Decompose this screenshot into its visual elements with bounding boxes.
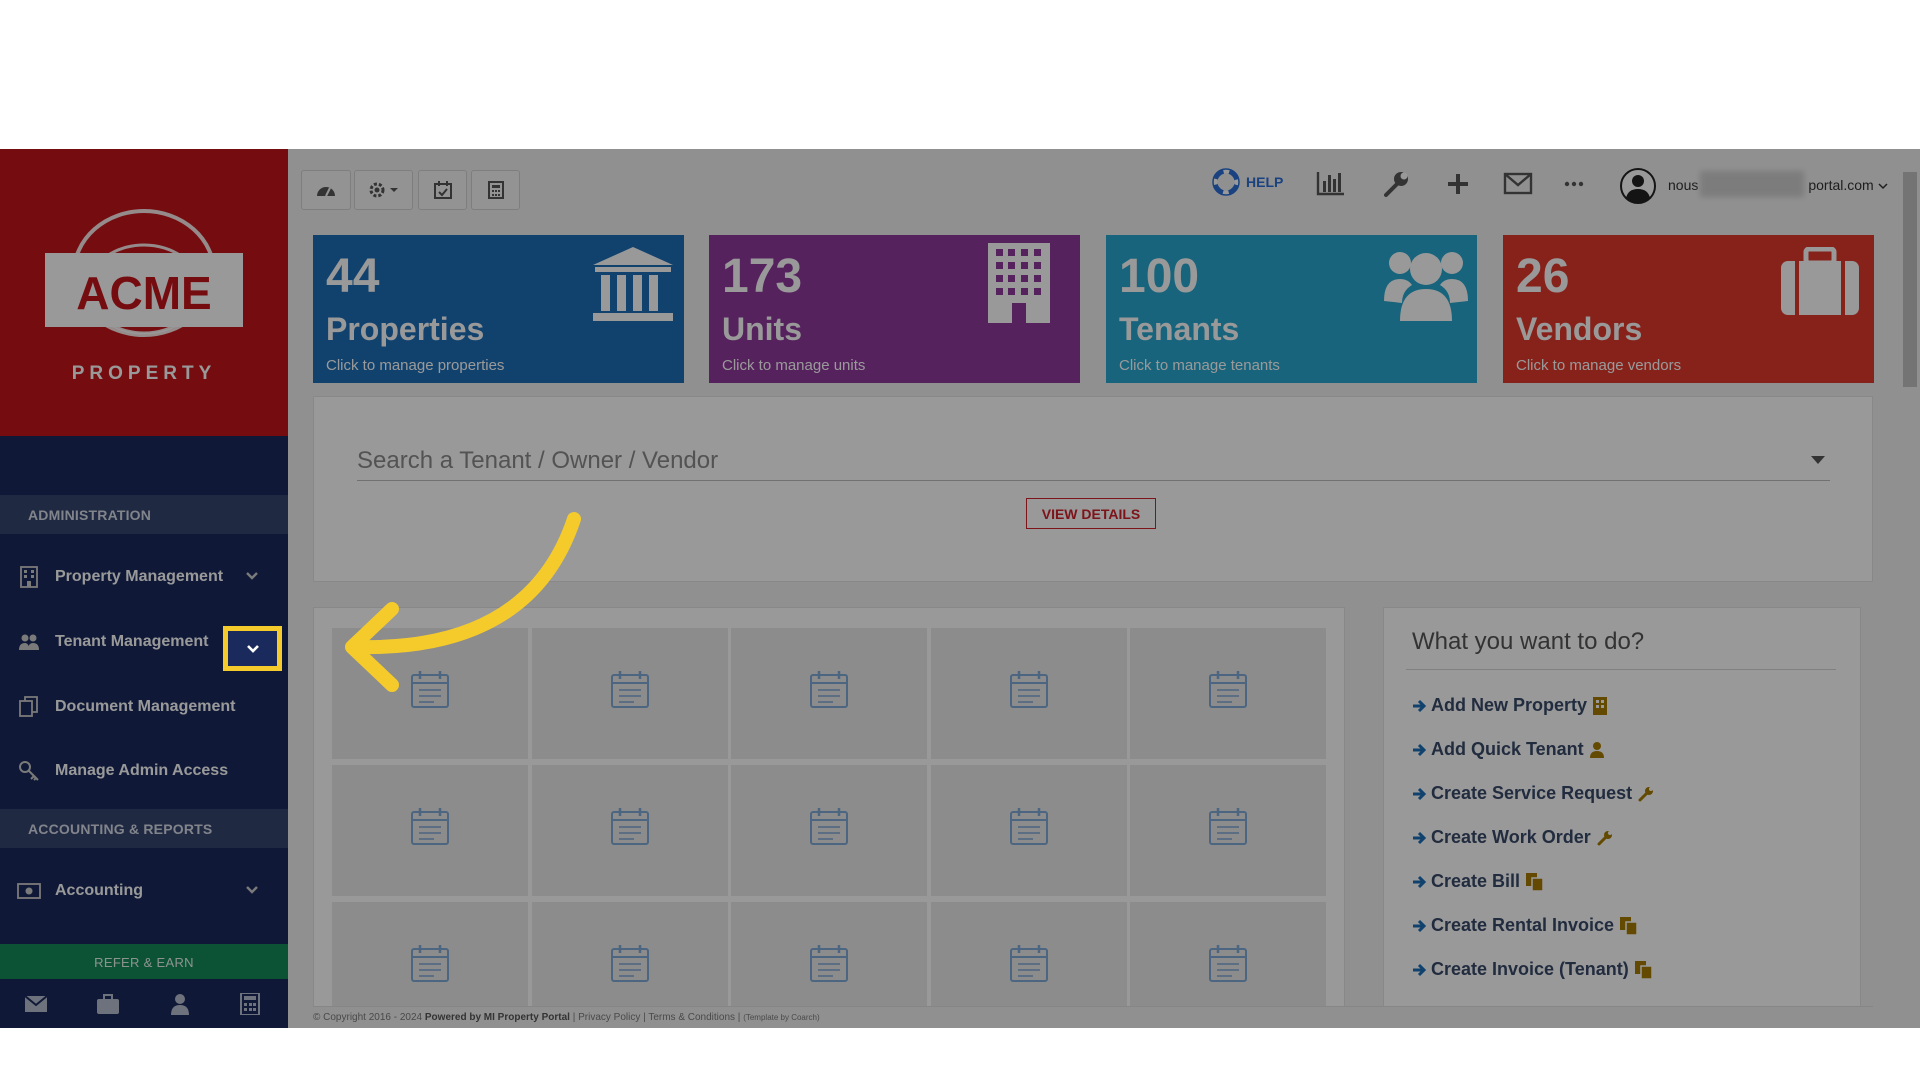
app-window: ACME PROPERTY ADMINISTRATION Property Ma… [0,149,1920,1028]
chevron-down-icon [247,645,259,653]
tutorial-pointer-arrow [345,512,581,692]
tenant-management-expand-button[interactable] [223,626,282,671]
tutorial-dim-overlay [0,149,1920,1028]
